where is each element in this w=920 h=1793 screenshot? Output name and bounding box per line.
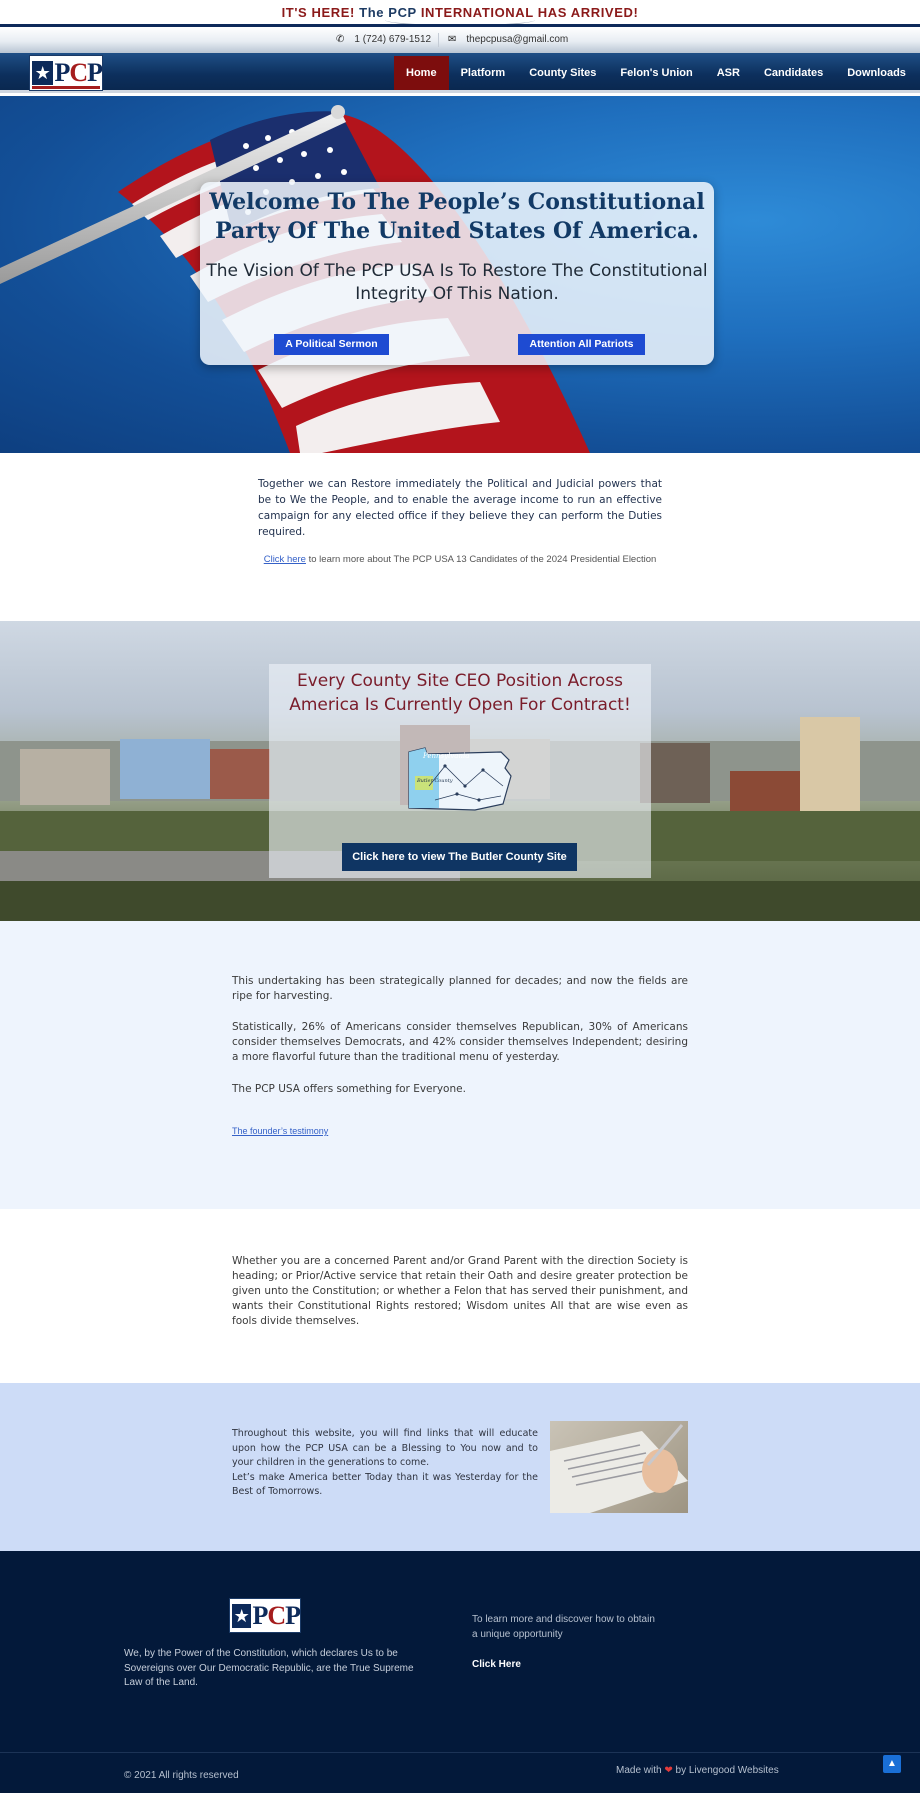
contact-phone[interactable]: ✆ 1 (724) 679-1512: [336, 34, 431, 45]
info-paragraph-3: The PCP USA offers something for Everyon…: [232, 1083, 466, 1095]
unity-paragraph: Whether you are a concerned Parent and/o…: [232, 1255, 688, 1327]
phone-icon: ✆: [336, 34, 345, 45]
county-card: Every County Site CEO Position Across Am…: [269, 664, 651, 878]
hero-section: Welcome To The People’s Constitutional P…: [0, 96, 920, 453]
footer-divider: [0, 1752, 920, 1753]
political-sermon-button[interactable]: A Political Sermon: [274, 334, 389, 355]
nav-item-platform[interactable]: Platform: [449, 56, 518, 90]
blessing-text-2: Let’s make America better Today than it …: [232, 1471, 538, 1498]
star-icon: ★: [32, 61, 54, 85]
signing-document-graphic: [550, 1424, 688, 1513]
pennsylvania-map-image: Pennsylvania Butler County: [408, 747, 512, 811]
nav-item-asr[interactable]: ASR: [705, 56, 752, 90]
candidates-link-line: Click here to learn more about The PCP U…: [258, 553, 662, 567]
contact-divider: [438, 33, 439, 47]
announcement-bar: IT'S HERE! The PCP INTERNATIONAL HAS ARR…: [0, 0, 920, 27]
hero-title: Welcome To The People’s Constitutional P…: [209, 189, 705, 244]
map-state-label: Pennsylvania: [422, 752, 469, 760]
site-logo[interactable]: ★ PCP: [29, 55, 103, 91]
site-footer: ★ PCP We, by the Power of the Constituti…: [0, 1551, 920, 1793]
nav-item-felons-union[interactable]: Felon's Union: [608, 56, 704, 90]
footer-click-here-link[interactable]: Click Here: [472, 1659, 521, 1670]
blessing-section: Throughout this website, you will find l…: [0, 1383, 920, 1551]
footer-learn-more: To learn more and discover how to obtain…: [472, 1614, 655, 1640]
nav-item-county-sites[interactable]: County Sites: [517, 56, 608, 90]
info-paragraph-2: Statistically, 26% of Americans consider…: [232, 1021, 688, 1063]
logo-strip: [32, 86, 100, 89]
nav-item-home[interactable]: Home: [394, 56, 449, 90]
nav-item-candidates[interactable]: Candidates: [752, 56, 835, 90]
candidates-link[interactable]: Click here: [264, 554, 306, 565]
footer-star-icon: ★: [232, 1603, 252, 1628]
intro-paragraph: Together we can Restore immediately the …: [258, 478, 662, 538]
blessing-text-1: Throughout this website, you will find l…: [232, 1428, 538, 1468]
phone-number[interactable]: 1 (724) 679-1512: [354, 34, 431, 45]
logo-wordmark: PCP: [54, 58, 103, 87]
intro-section: Together we can Restore immediately the …: [0, 453, 920, 621]
info-paragraph-1: This undertaking has been strategically …: [232, 975, 688, 1002]
heart-icon: ❤: [664, 1765, 673, 1776]
signing-document-image: [550, 1421, 688, 1513]
copyright-text: © 2021 All rights reserved: [124, 1770, 239, 1781]
footer-tagline: We, by the Power of the Constitution, wh…: [124, 1648, 414, 1688]
hero-subtitle: The Vision Of The PCP USA Is To Restore …: [206, 261, 708, 304]
chevron-up-icon[interactable]: ▲: [883, 1755, 901, 1773]
county-title: Every County Site CEO Position Across Am…: [289, 671, 631, 715]
blessing-paragraph: Throughout this website, you will find l…: [232, 1427, 538, 1500]
contact-email[interactable]: ✉ thepcpusa@gmail.com: [448, 34, 568, 45]
founders-testimony-link[interactable]: The founder’s testimony: [232, 1126, 328, 1136]
nav-menu: Home Platform County Sites Felon's Union…: [394, 56, 918, 90]
email-address[interactable]: thepcpusa@gmail.com: [466, 34, 568, 45]
unity-section: Whether you are a concerned Parent and/o…: [0, 1209, 920, 1383]
hero-card: Welcome To The People’s Constitutional P…: [200, 182, 714, 365]
candidates-link-suffix: to learn more about The PCP USA 13 Candi…: [305, 554, 657, 565]
footer-logo[interactable]: ★ PCP: [229, 1598, 301, 1633]
main-nav: ★ PCP Home Platform County Sites Felon's…: [0, 53, 920, 93]
county-section: Every County Site CEO Position Across Am…: [0, 621, 920, 921]
made-with-text: Made with ❤ by Livengood Websites: [616, 1765, 779, 1776]
nav-item-downloads[interactable]: Downloads: [835, 56, 918, 90]
info-section: This undertaking has been strategically …: [0, 921, 920, 1209]
map-county-label: Butler County: [416, 778, 453, 784]
contact-bar: ✆ 1 (724) 679-1512 ✉ thepcpusa@gmail.com: [0, 27, 920, 53]
envelope-icon: ✉: [448, 34, 457, 45]
butler-county-button[interactable]: Click here to view The Butler County Sit…: [342, 843, 577, 871]
footer-logo-wordmark: PCP: [252, 1600, 301, 1630]
attention-patriots-button[interactable]: Attention All Patriots: [518, 334, 645, 355]
